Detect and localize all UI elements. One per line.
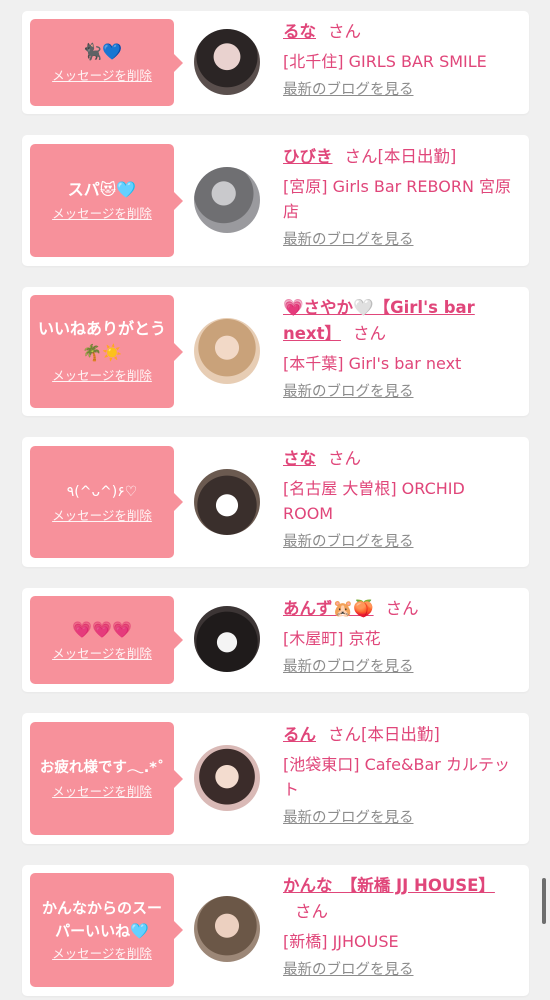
message-text: スパ😻🩵 xyxy=(67,180,137,199)
cast-name-link[interactable]: るん xyxy=(283,725,316,744)
honorific: さん xyxy=(352,324,386,343)
message-bubble: 💗💗💗 メッセージを削除 xyxy=(30,596,183,684)
avatar[interactable] xyxy=(194,745,260,811)
honorific: さん xyxy=(328,449,361,468)
cast-name-link[interactable]: かんな 【新橋 JJ HOUSE】 xyxy=(283,876,495,895)
avatar[interactable] xyxy=(194,167,260,233)
message-bubble: ٩(^ᴗ^)۶♡ メッセージを削除 xyxy=(30,446,183,558)
shop-name: [宮原] Girls Bar REBORN 宮原店 xyxy=(283,177,511,221)
attendance-status: [本日出勤] xyxy=(361,725,440,744)
attendance-status: [本日出勤] xyxy=(377,147,457,166)
latest-blog-link[interactable]: 最新のブログを見る xyxy=(283,230,519,250)
message-bubble: スパ😻🩵 メッセージを削除 xyxy=(30,144,183,257)
latest-blog-link[interactable]: 最新のブログを見る xyxy=(283,960,519,980)
message-text: 🐈‍⬛💙 xyxy=(82,42,122,61)
shop-name: [本千葉] Girl's bar next xyxy=(283,354,462,373)
message-bubble: お疲れ様です𓂃.*˚ メッセージを削除 xyxy=(30,722,183,835)
scrollbar[interactable] xyxy=(542,878,546,924)
message-text: 💗💗💗 xyxy=(72,619,132,639)
delete-message-link[interactable]: メッセージを削除 xyxy=(52,366,152,386)
honorific: さん xyxy=(328,22,361,41)
avatar[interactable] xyxy=(194,318,260,384)
honorific: さん xyxy=(295,902,328,921)
delete-message-link[interactable]: メッセージを削除 xyxy=(52,66,152,86)
shop-name: [池袋東口] Cafe&Bar カルテット xyxy=(283,755,510,799)
list-item: 🐈‍⬛💙 メッセージを削除 るな さん [北千住] GIRLS BAR SMILE… xyxy=(22,11,529,114)
list-item: スパ😻🩵 メッセージを削除 ひびき さん[本日出勤] [宮原] Girls Bar… xyxy=(22,135,529,266)
message-text: お疲れ様です𓂃.*˚ xyxy=(39,760,165,776)
message-text: かんなからのスーパーいいね🩵 xyxy=(41,898,162,940)
message-text: いいねありがとう🌴☀️ xyxy=(37,319,166,362)
delete-message-link[interactable]: メッセージを削除 xyxy=(52,782,152,802)
shop-name: [新橋] JJHOUSE xyxy=(283,932,399,951)
cast-name-link[interactable]: るな xyxy=(283,22,316,41)
delete-message-link[interactable]: メッセージを削除 xyxy=(52,506,152,526)
avatar[interactable] xyxy=(194,896,260,962)
latest-blog-link[interactable]: 最新のブログを見る xyxy=(283,382,519,402)
latest-blog-link[interactable]: 最新のブログを見る xyxy=(283,80,519,100)
latest-blog-link[interactable]: 最新のブログを見る xyxy=(283,532,519,552)
list-item: いいねありがとう🌴☀️ メッセージを削除 💗さやか🤍【Girl's bar ne… xyxy=(22,287,529,416)
message-bubble: 🐈‍⬛💙 メッセージを削除 xyxy=(30,19,183,106)
delete-message-link[interactable]: メッセージを削除 xyxy=(52,944,152,964)
shop-name: [北千住] GIRLS BAR SMILE xyxy=(283,52,487,71)
honorific: さん xyxy=(344,147,378,166)
avatar[interactable] xyxy=(194,469,260,535)
cast-name-link[interactable]: ひびき xyxy=(283,147,333,166)
message-text: ٩(^ᴗ^)۶♡ xyxy=(66,483,138,500)
shop-name: [名古屋 大曽根] ORCHID ROOM xyxy=(283,479,465,523)
message-bubble: いいねありがとう🌴☀️ メッセージを削除 xyxy=(30,295,183,408)
avatar[interactable] xyxy=(194,606,260,672)
shop-name: [木屋町] 京花 xyxy=(283,629,381,648)
delete-message-link[interactable]: メッセージを削除 xyxy=(52,644,152,664)
delete-message-link[interactable]: メッセージを削除 xyxy=(52,204,152,224)
list-item: お疲れ様です𓂃.*˚ メッセージを削除 るん さん[本日出勤] [池袋東口] Ca… xyxy=(22,713,529,844)
latest-blog-link[interactable]: 最新のブログを見る xyxy=(283,657,519,677)
cast-name-link[interactable]: あんず🐹🍑 xyxy=(283,599,374,618)
message-bubble: かんなからのスーパーいいね🩵 メッセージを削除 xyxy=(30,873,183,987)
cast-name-link[interactable]: さな xyxy=(283,449,316,468)
list-item: 💗💗💗 メッセージを削除 あんず🐹🍑 さん [木屋町] 京花 最新のブログを見る xyxy=(22,588,529,692)
honorific: さん xyxy=(385,599,419,618)
list-item: かんなからのスーパーいいね🩵 メッセージを削除 かんな 【新橋 JJ HOUSE… xyxy=(22,865,529,996)
latest-blog-link[interactable]: 最新のブログを見る xyxy=(283,808,519,828)
avatar[interactable] xyxy=(194,29,260,95)
honorific: さん xyxy=(328,725,361,744)
list-item: ٩(^ᴗ^)۶♡ メッセージを削除 さな さん [名古屋 大曽根] ORCHID … xyxy=(22,437,529,567)
